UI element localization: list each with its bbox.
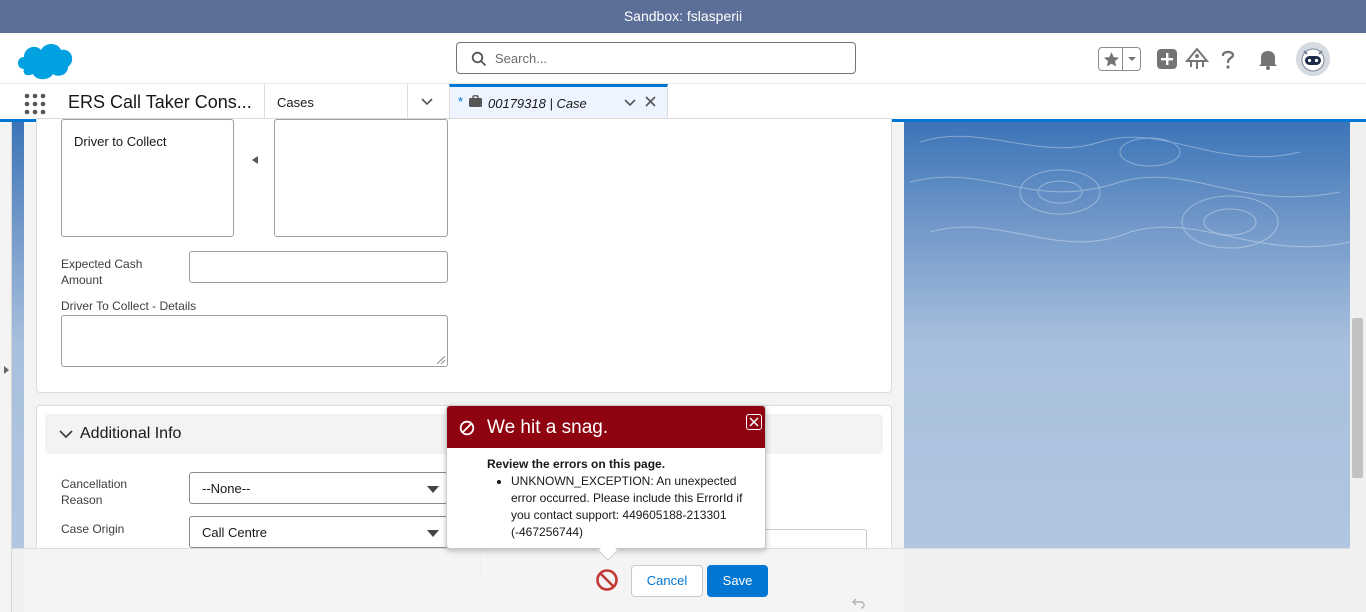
resize-grip-icon[interactable] — [437, 356, 445, 364]
error-heading: Review the errors on this page. — [487, 457, 666, 471]
undo-icon[interactable] — [852, 597, 866, 609]
record-edit-footer: Cancel Save — [12, 548, 1350, 612]
ban-icon — [459, 420, 475, 436]
search-input[interactable] — [495, 48, 835, 68]
app-navigation-bar: ERS Call Taker Cons... Cases * 00179318 … — [0, 84, 1366, 122]
driver-to-collect-details-label: Driver To Collect - Details — [61, 299, 197, 313]
astro-avatar-icon — [1296, 42, 1330, 76]
cancellation-reason-select[interactable]: --None-- — [189, 472, 448, 504]
close-tab-icon[interactable] — [645, 96, 656, 107]
error-popover: We hit a snag. Review the errors on this… — [446, 405, 766, 561]
star-icon — [1104, 52, 1119, 67]
nav-item-cases[interactable]: Cases — [277, 95, 314, 110]
user-avatar[interactable] — [1296, 42, 1330, 76]
error-message: UNKNOWN_EXCEPTION: An unexpected error o… — [511, 473, 757, 541]
search-icon — [471, 51, 487, 67]
case-origin-select[interactable]: Call Centre — [189, 516, 448, 548]
close-icon — [749, 417, 759, 427]
driver-to-collect-details-textarea[interactable] — [61, 315, 448, 367]
case-origin-label: Case Origin — [61, 522, 125, 536]
help-icon[interactable] — [1216, 47, 1240, 71]
dropdown-caret-icon — [427, 530, 439, 537]
left-collapse-strip[interactable] — [0, 122, 12, 612]
cancel-button[interactable]: Cancel — [631, 565, 703, 597]
payment-section-card: Driver to Collect Expected Cash Amount D… — [36, 118, 892, 393]
tab-label: 00179318 | Case — [488, 96, 587, 111]
selected-options-listbox[interactable] — [274, 119, 448, 237]
global-header — [0, 33, 1366, 84]
expected-cash-amount-label: Expected Cash Amount — [61, 257, 143, 287]
global-actions-icon[interactable] — [1155, 47, 1179, 71]
sandbox-banner: Sandbox: fslasperii — [0, 0, 1366, 33]
global-search[interactable] — [456, 42, 856, 74]
select-value: Call Centre — [202, 525, 268, 540]
favorites-button[interactable] — [1098, 47, 1141, 71]
scrollbar-thumb[interactable] — [1352, 318, 1363, 478]
select-value: --None-- — [202, 481, 251, 496]
case-briefcase-icon — [469, 95, 482, 107]
error-popover-body: Review the errors on this page. UNKNOWN_… — [487, 457, 757, 541]
section-chevron-down-icon[interactable] — [59, 429, 73, 439]
expand-arrow-icon[interactable] — [4, 366, 9, 374]
expected-cash-amount-input[interactable] — [189, 251, 448, 283]
close-popover-button[interactable] — [746, 414, 762, 430]
error-popover-header: We hit a snag. — [447, 406, 765, 448]
dropdown-caret-icon — [427, 486, 439, 493]
listbox-option[interactable]: Driver to Collect — [74, 134, 166, 149]
app-name: ERS Call Taker Cons... — [68, 92, 252, 112]
tab-case-00179318[interactable]: * 00179318 | Case — [449, 84, 668, 119]
move-left-arrow-icon[interactable] — [250, 155, 260, 165]
notifications-bell-icon[interactable] — [1256, 47, 1280, 71]
chevron-down-icon[interactable] — [1126, 51, 1138, 67]
trailhead-icon[interactable] — [1185, 47, 1209, 71]
error-indicator-icon[interactable] — [595, 568, 619, 592]
tab-chevron-down-icon[interactable] — [624, 98, 636, 108]
section-title: Additional Info — [80, 425, 182, 442]
error-popover-title: We hit a snag. — [487, 417, 609, 438]
save-button[interactable]: Save — [707, 565, 768, 597]
salesforce-logo-icon[interactable] — [14, 39, 76, 81]
unsaved-marker: * — [458, 94, 464, 109]
cancellation-reason-label: Cancellation Reason — [61, 477, 128, 507]
nav-menu-chevron-down-icon[interactable] — [420, 96, 434, 108]
app-launcher-icon[interactable] — [24, 93, 46, 115]
available-options-listbox[interactable]: Driver to Collect — [61, 119, 234, 237]
